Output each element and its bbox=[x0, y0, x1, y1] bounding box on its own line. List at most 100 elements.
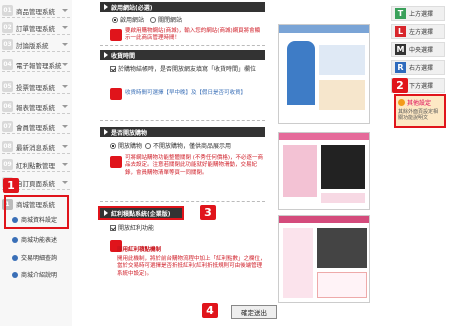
divider bbox=[100, 120, 265, 121]
layout-option-middle[interactable]: M 中央選擇 bbox=[391, 42, 445, 57]
preview-panel bbox=[319, 45, 365, 75]
divider bbox=[100, 45, 265, 46]
section-header-enable-site: 啟用網站(必選) bbox=[100, 2, 265, 12]
callout-4: 4 bbox=[202, 303, 218, 318]
promo-text: 其餘外面頁設定相關功能說明文 bbox=[398, 109, 439, 121]
layout-selector: T上方選擇 L左方選擇 M中央選擇 R右方選擇 B下方選擇 其他設定 其餘外面頁… bbox=[386, 0, 449, 326]
note-text: 可將網站購物功能整體關閉 (不秀任何價格)，不必逐一商品去設定。注意若關閉此功能… bbox=[125, 155, 264, 176]
delivery-checkbox-row: 於購物結帳時，是否開放網友填寫「收貨時間」欄位 bbox=[110, 64, 256, 73]
sidebar-subitem-label: 商城功能表述 bbox=[21, 237, 58, 244]
callout-3: 3 bbox=[200, 205, 216, 220]
highlight-box bbox=[98, 206, 184, 220]
callout-2: 2 bbox=[392, 78, 408, 93]
chevron-down-icon bbox=[62, 145, 68, 148]
preview-product bbox=[317, 228, 367, 268]
section-header-open-shopping: 是否開放購物 bbox=[100, 127, 265, 137]
radio-close-shopping[interactable] bbox=[145, 142, 152, 149]
item-number: 02 bbox=[2, 22, 13, 33]
sidebar-item[interactable]: 01 商品管理系統 bbox=[2, 4, 70, 18]
section-title: 是否開放購物 bbox=[111, 129, 148, 137]
sidebar-item[interactable]: 02 訂單管理系統 bbox=[2, 21, 70, 35]
radio-label: 不開放購物，僅供商品展示用 bbox=[153, 143, 232, 150]
triangle-icon bbox=[104, 129, 108, 135]
sidebar-item[interactable]: 06 報表管理系統 bbox=[2, 100, 70, 114]
radio-label: 開放購物 bbox=[118, 143, 143, 150]
radio-disable-site[interactable] bbox=[150, 16, 157, 23]
item-number: 09 bbox=[2, 159, 13, 170]
bullet-icon bbox=[12, 236, 18, 243]
chevron-down-icon bbox=[62, 26, 68, 29]
layout-option-top[interactable]: T 上方選擇 bbox=[391, 6, 445, 21]
item-number: 08 bbox=[2, 141, 13, 152]
sidebar-item[interactable]: 03 討論版系統 bbox=[2, 38, 70, 52]
bonus-checkbox-row: 開放紅利功能 bbox=[110, 223, 154, 232]
letter-t-icon: T bbox=[395, 8, 406, 19]
submit-button[interactable]: 確定送出 bbox=[231, 305, 277, 319]
chevron-down-icon bbox=[62, 63, 68, 66]
letter-r-icon: R bbox=[395, 62, 406, 73]
note-text: 收貨時間可選擇【早中晚】及【假日是否可收貨】 bbox=[125, 90, 247, 96]
gear-icon bbox=[398, 99, 405, 106]
sidebar-item-label: 討論版系統 bbox=[16, 41, 49, 50]
sidebar-item-label: 會員管理系統 bbox=[16, 123, 55, 132]
layout-option-left[interactable]: L 左方選擇 bbox=[391, 24, 445, 39]
sidebar-subitem[interactable]: 商城功能表述 bbox=[12, 233, 72, 246]
callout-1: 1 bbox=[3, 178, 19, 193]
divider bbox=[100, 201, 265, 202]
chevron-down-icon bbox=[62, 85, 68, 88]
sidebar-item-label: 報表管理系統 bbox=[16, 103, 55, 112]
note-icon bbox=[110, 29, 122, 41]
chevron-down-icon bbox=[62, 9, 68, 12]
sidebar-subitem[interactable]: 商城介紹說明 bbox=[12, 268, 72, 281]
preview-image bbox=[278, 132, 370, 210]
preview-image bbox=[278, 215, 370, 303]
note-text: 要啟用購物網站(商城)，輸入您的網站(商城)網頁將會顯示一此商店管理時間！ bbox=[125, 28, 261, 42]
bonus-checkbox[interactable] bbox=[110, 224, 116, 231]
layout-option-right[interactable]: R 右方選擇 bbox=[391, 60, 445, 75]
sidebar: 01 商品管理系統 02 訂單管理系統 03 討論版系統 04 電子報管理系統 05 投票… bbox=[0, 0, 72, 326]
other-settings-box[interactable]: 其他設定 其餘外面頁設定相關功能說明文 bbox=[394, 94, 446, 128]
layout-label: 左方選擇 bbox=[409, 29, 434, 36]
radio-open-shopping[interactable] bbox=[110, 142, 116, 149]
radio-enable-site[interactable] bbox=[112, 16, 118, 23]
sidebar-item-label: 電子報管理系統 bbox=[16, 61, 62, 70]
chevron-down-icon bbox=[62, 105, 68, 108]
bullet-icon bbox=[12, 271, 18, 278]
radio-group-enable: 啟用網站 關閉網站 bbox=[112, 15, 182, 24]
sidebar-item-label: 紅利點數管理 bbox=[16, 161, 55, 170]
radio-label: 關閉網站 bbox=[158, 17, 183, 24]
sidebar-item-label: 投票管理系統 bbox=[16, 83, 55, 92]
triangle-icon bbox=[104, 4, 108, 10]
sidebar-subitem[interactable]: 交易明細查詢 bbox=[12, 251, 72, 264]
chevron-down-icon bbox=[62, 43, 68, 46]
preview-panel bbox=[317, 272, 367, 298]
letter-l-icon: L bbox=[395, 26, 406, 37]
sidebar-item[interactable]: 05 投票管理系統 bbox=[2, 80, 70, 94]
item-number: 06 bbox=[2, 101, 13, 112]
preview-product bbox=[321, 145, 365, 189]
item-number: 07 bbox=[2, 121, 13, 132]
note-text: 開用此機制，將於前台購物流程中加上「紅利點數」之欄位，當於交易時可選擇是否折抵紅… bbox=[117, 256, 266, 277]
sidebar-item-label: 訂單管理系統 bbox=[16, 24, 55, 33]
sidebar-item[interactable]: 08 最新消息系統 bbox=[2, 140, 70, 154]
section-title: 收貨時間 bbox=[111, 52, 136, 60]
highlight-box bbox=[4, 195, 69, 229]
sidebar-item[interactable]: 09 紅利點數管理 bbox=[2, 158, 70, 172]
letter-m-icon: M bbox=[395, 44, 406, 55]
radio-group-shopping: 開放購物 不開放購物，僅供商品展示用 bbox=[110, 141, 231, 150]
triangle-icon bbox=[104, 52, 108, 58]
preview-panel bbox=[283, 145, 317, 197]
preview-panel bbox=[319, 80, 365, 110]
sidebar-subitem-label: 交易明細查詢 bbox=[21, 255, 58, 262]
item-number: 03 bbox=[2, 39, 13, 50]
chevron-down-icon bbox=[62, 163, 68, 166]
layout-label: 上方選擇 bbox=[409, 11, 434, 18]
section-title: 啟用網站(必選) bbox=[111, 4, 153, 12]
promo-header: 其他設定 bbox=[398, 98, 442, 107]
sidebar-item[interactable]: 04 電子報管理系統 bbox=[2, 58, 70, 72]
item-number: 04 bbox=[2, 59, 13, 70]
sidebar-item-label: 商品管理系統 bbox=[16, 7, 55, 16]
promo-title: 其他設定 bbox=[407, 100, 432, 107]
sidebar-item[interactable]: 07 會員管理系統 bbox=[2, 120, 70, 134]
delivery-time-checkbox[interactable] bbox=[110, 65, 116, 72]
